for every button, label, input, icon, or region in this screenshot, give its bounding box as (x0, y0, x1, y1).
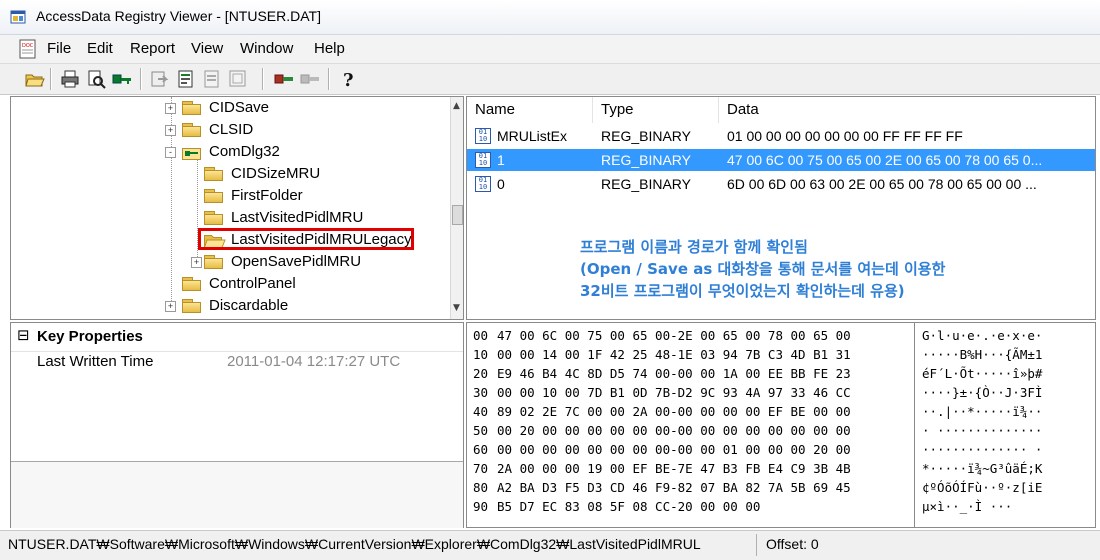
column-header-type[interactable]: Type (593, 97, 719, 123)
folder-icon (182, 299, 202, 313)
property-value: 2011-01-04 12:17:27 UTC (227, 353, 401, 370)
value-row-selected[interactable]: 01 10 1 REG_BINARY 47 00 6C 00 75 00 65 0… (467, 149, 1095, 171)
folder-icon (204, 211, 224, 225)
app-icon (10, 9, 26, 25)
annotation-line: 32비트 프로그램이 무엇이었는지 확인하는데 유용) (580, 282, 905, 300)
title-bar: AccessData Registry Viewer - [NTUSER.DAT… (0, 0, 1100, 35)
folder-icon (204, 167, 224, 181)
expand-icon[interactable]: + (165, 103, 176, 114)
open-icon[interactable] (25, 69, 45, 89)
menu-window[interactable]: Window (240, 40, 293, 57)
toolbar: ? (0, 64, 1100, 95)
report2-icon[interactable] (202, 69, 222, 89)
menu-edit[interactable]: Edit (87, 40, 113, 57)
status-path: NTUSER.DAT₩Software₩Microsoft₩Windows₩Cu… (8, 536, 701, 552)
menu-view[interactable]: View (191, 40, 223, 57)
registry2-icon[interactable] (300, 69, 320, 89)
svg-text:?: ? (343, 70, 354, 89)
help-icon[interactable]: ? (338, 69, 358, 91)
annotation-line: (Open / Save as 대화창을 통해 문서를 여는데 이용한 (580, 260, 946, 278)
expand-icon[interactable]: + (165, 301, 176, 312)
status-bar: NTUSER.DAT₩Software₩Microsoft₩Windows₩Cu… (0, 530, 1100, 560)
key-icon[interactable] (112, 69, 132, 89)
status-offset: Offset: 0 (766, 536, 819, 552)
column-header-name[interactable]: Name (467, 97, 593, 123)
properties-header[interactable]: ⊟ Key Properties (11, 323, 463, 352)
key-folder-icon (182, 145, 202, 160)
folder-icon (182, 123, 202, 137)
description-area (11, 461, 463, 528)
menu-help[interactable]: Help (314, 40, 345, 57)
scroll-up-icon[interactable]: ▲ (453, 101, 460, 111)
binary-value-icon: 01 10 (475, 128, 491, 144)
window-title: AccessData Registry Viewer - [NTUSER.DAT… (36, 8, 321, 24)
collapse-icon[interactable]: - (165, 147, 176, 158)
folder-icon (204, 255, 224, 269)
report-icon[interactable] (176, 69, 196, 89)
print-preview-icon[interactable] (86, 69, 106, 89)
binary-value-icon: 01 10 (475, 176, 491, 192)
column-header-data[interactable]: Data (719, 97, 1095, 123)
collapse-icon[interactable]: ⊟ (17, 326, 30, 344)
expand-icon[interactable]: + (165, 125, 176, 136)
scroll-down-icon[interactable]: ▼ (453, 303, 460, 313)
tree-scrollbar[interactable]: ▲ ▼ (450, 97, 463, 319)
folder-icon (182, 277, 202, 291)
folder-icon (182, 101, 202, 115)
property-label: Last Written Time (37, 353, 154, 370)
registry-tree[interactable]: + CIDSave + CLSID - ComDlg32 CIDSizeMRU … (10, 96, 464, 320)
menu-file[interactable]: File (47, 40, 71, 57)
annotation-line: 프로그램 이름과 경로가 함께 확인됨 (580, 238, 808, 256)
document-icon[interactable]: DOC (18, 39, 38, 59)
highlight-box (198, 228, 414, 250)
hex-viewer[interactable]: 00 47 00 6C 00 75 00 65 00-2E 00 65 00 78… (466, 322, 1096, 528)
summary-icon[interactable] (228, 69, 248, 89)
menu-bar: DOC File Edit Report View Window Help (0, 35, 1100, 64)
key-properties-pane: ⊟ Key Properties Last Written Time 2011-… (10, 322, 464, 528)
svg-text:DOC: DOC (22, 43, 34, 49)
annotation-note: 프로그램 이름과 경로가 함께 확인됨 (Open / Save as 대화창을… (580, 236, 945, 302)
scroll-thumb[interactable] (452, 205, 463, 225)
expand-icon[interactable]: + (191, 257, 202, 268)
value-row[interactable]: 01 10 0 REG_BINARY 6D 00 6D 00 63 00 2E 0… (467, 173, 1095, 195)
folder-icon (204, 189, 224, 203)
print-icon[interactable] (60, 69, 80, 89)
binary-value-icon: 01 10 (475, 152, 491, 168)
properties-title: Key Properties (37, 328, 143, 345)
registry-icon[interactable] (274, 69, 294, 89)
export-icon[interactable] (150, 69, 170, 89)
menu-report[interactable]: Report (130, 40, 175, 57)
value-row[interactable]: 01 10 MRUListEx REG_BINARY 01 00 00 00 00… (467, 125, 1095, 147)
